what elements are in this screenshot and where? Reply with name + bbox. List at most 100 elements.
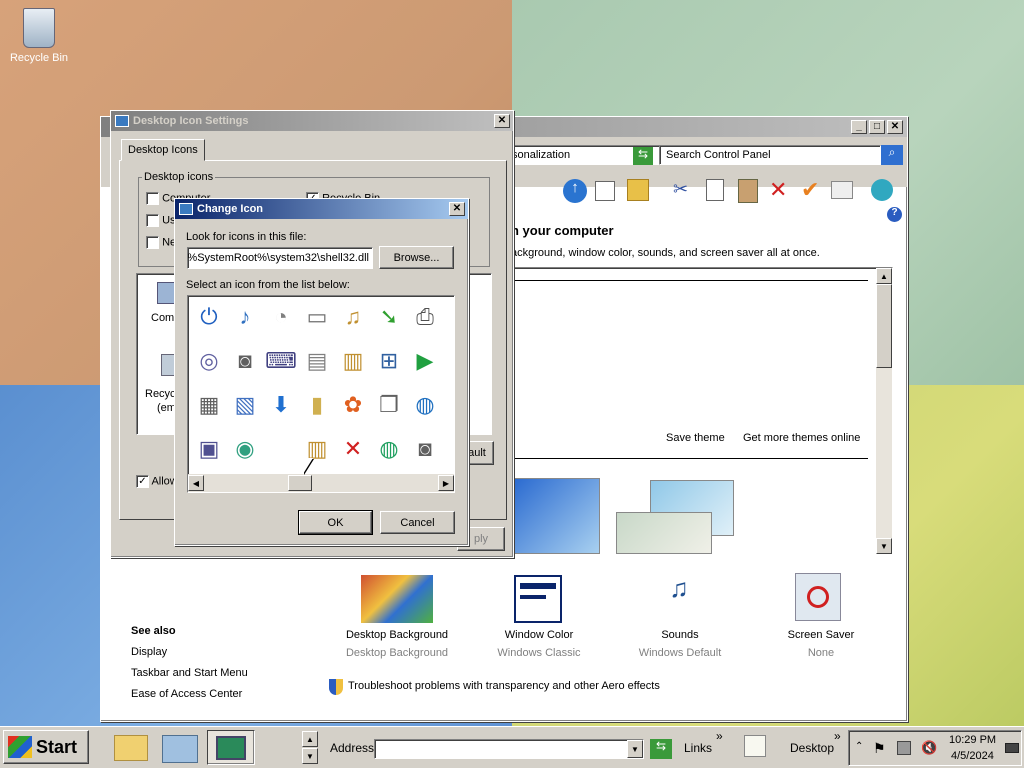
- vertical-scrollbar[interactable]: ▲ ▼: [876, 268, 892, 554]
- chevron-down-icon[interactable]: ▼: [627, 740, 643, 758]
- go-refresh-icon[interactable]: ⇆: [633, 147, 653, 165]
- zip-folder-icon[interactable]: ▥: [336, 344, 370, 378]
- power-icon[interactable]: ⏻: [192, 300, 226, 334]
- checkbox-box[interactable]: [146, 192, 159, 205]
- camera-icon[interactable]: ◙: [228, 344, 262, 378]
- printer-icon[interactable]: ⎙: [408, 300, 442, 334]
- scroll-up-button[interactable]: ▲: [876, 268, 892, 284]
- checkbox-allow-themes[interactable]: ✓ Allow: [136, 475, 178, 488]
- image-file-icon[interactable]: ▧: [228, 388, 262, 422]
- volume-muted-icon[interactable]: 🔇: [921, 740, 937, 756]
- copy-icon[interactable]: ❐: [372, 388, 406, 422]
- desktop-icon-recycle-bin[interactable]: Recycle Bin: [8, 8, 70, 64]
- chevron-right-icon[interactable]: »: [834, 729, 841, 743]
- help-icon[interactable]: ?: [887, 207, 902, 222]
- properties-icon[interactable]: [831, 181, 853, 199]
- play-icon[interactable]: ▶: [408, 344, 442, 378]
- clock-date[interactable]: 4/5/2024: [951, 750, 994, 762]
- search-input[interactable]: Search Control Panel: [659, 145, 881, 165]
- mouse-icon[interactable]: ◔: [264, 300, 298, 334]
- explorer-icon[interactable]: [114, 735, 148, 761]
- cd-icon[interactable]: ◉: [228, 432, 262, 466]
- film-folder-icon[interactable]: ▣: [192, 432, 226, 466]
- troubleshoot-link[interactable]: Troubleshoot problems with transparency …: [348, 680, 660, 692]
- taskbar-scroll-up[interactable]: ▲: [302, 731, 318, 747]
- taskbar-item-display[interactable]: [207, 730, 255, 765]
- start-button[interactable]: Start: [3, 730, 89, 764]
- clock-time[interactable]: 10:29 PM: [949, 734, 996, 746]
- taskbar-scroll-down[interactable]: ▼: [302, 748, 318, 764]
- checkmark-icon[interactable]: ✔: [801, 177, 819, 203]
- screen-saver-link[interactable]: Screen Saver: [769, 629, 873, 641]
- chevron-right-icon[interactable]: »: [716, 729, 723, 743]
- blank-icon[interactable]: [264, 432, 298, 466]
- chevron-up-icon[interactable]: ⌃: [855, 741, 863, 752]
- maximize-button[interactable]: □: [869, 120, 885, 134]
- camera-icon[interactable]: ◙: [408, 432, 442, 466]
- scroll-down-button[interactable]: ▼: [876, 538, 892, 554]
- copy-icon[interactable]: [706, 179, 724, 201]
- edit-icon[interactable]: [744, 735, 766, 757]
- ok-button[interactable]: OK: [298, 510, 373, 535]
- cancel-button[interactable]: Cancel: [380, 511, 455, 534]
- file-arrow-icon[interactable]: ➘: [372, 300, 406, 334]
- music-folder-icon[interactable]: ♫: [336, 300, 370, 334]
- checkbox-network[interactable]: Ne: [146, 236, 176, 249]
- msn-butterfly-icon[interactable]: ✿: [336, 388, 370, 422]
- views-icon[interactable]: [871, 179, 893, 201]
- control-panel-icon[interactable]: [162, 735, 198, 763]
- display-icon[interactable]: [1005, 743, 1019, 753]
- globe-arrow-icon[interactable]: ◍: [372, 432, 406, 466]
- network-icon[interactable]: [897, 741, 911, 755]
- desktop-background-icon[interactable]: [361, 575, 433, 623]
- scroll-thumb[interactable]: [876, 284, 892, 368]
- taskbar-address-input[interactable]: ▼: [374, 739, 644, 759]
- icon-grid[interactable]: ⏻ ♪ ◔ ▭ ♫ ➘ ⎙ ◎ ◙ ⌨ ▤ ▥ ⊞ ▶ ▦ ▧ ⬇ ▮ ✿ ❐ ◍ ▣ ◉ ▥ ✕ ◍ ◙ ◀ ▶: [187, 295, 455, 493]
- browse-button[interactable]: Browse...: [379, 246, 454, 269]
- see-also-ease-link[interactable]: Ease of Access Center: [131, 688, 242, 700]
- folder-icon[interactable]: ▮: [300, 388, 334, 422]
- screen-saver-icon[interactable]: [795, 573, 841, 621]
- tab-desktop-icons[interactable]: Desktop Icons: [121, 139, 205, 161]
- delete-icon[interactable]: ✕: [769, 177, 787, 203]
- network-icon[interactable]: ⊞: [372, 344, 406, 378]
- theme-thumbnail[interactable]: [616, 512, 712, 554]
- scroll-thumb[interactable]: [288, 475, 312, 491]
- download-icon[interactable]: ⬇: [264, 388, 298, 422]
- checkbox-box[interactable]: ✓: [136, 475, 149, 488]
- close-button[interactable]: ✕: [887, 120, 903, 134]
- music-file-icon[interactable]: ♪: [228, 300, 262, 334]
- checkbox-box[interactable]: [146, 214, 159, 227]
- horizontal-scrollbar[interactable]: ◀ ▶: [188, 474, 454, 492]
- sounds-link[interactable]: Sounds: [628, 629, 732, 641]
- scroll-right-button[interactable]: ▶: [438, 475, 454, 491]
- scroll-left-button[interactable]: ◀: [188, 475, 204, 491]
- see-also-taskbar-link[interactable]: Taskbar and Start Menu: [131, 667, 248, 679]
- red-x-icon[interactable]: ✕: [336, 432, 370, 466]
- search-icon[interactable]: ⌕: [881, 145, 903, 165]
- globe-icon[interactable]: ◍: [408, 388, 442, 422]
- window-color-link[interactable]: Window Color: [487, 629, 591, 641]
- paste-icon[interactable]: [738, 179, 758, 203]
- close-button[interactable]: ✕: [494, 114, 510, 128]
- get-more-themes-link[interactable]: Get more themes online: [743, 432, 860, 444]
- network-drive-icon[interactable]: ▤: [300, 344, 334, 378]
- checkbox-user-files[interactable]: Us: [146, 214, 176, 227]
- documents-icon[interactable]: ▦: [192, 388, 226, 422]
- checkbox-box[interactable]: [146, 236, 159, 249]
- cut-icon[interactable]: ✂: [673, 179, 688, 200]
- go-icon[interactable]: ⇆: [650, 739, 672, 759]
- keyboard-icon[interactable]: ⌨: [264, 344, 298, 378]
- theme-thumbnail[interactable]: [512, 478, 600, 554]
- save-theme-link[interactable]: Save theme: [666, 432, 725, 444]
- flag-icon[interactable]: ⚑: [873, 740, 886, 757]
- up-arrow-icon[interactable]: ↑: [563, 179, 587, 203]
- window-color-icon[interactable]: [514, 575, 562, 623]
- panes-icon[interactable]: [595, 181, 615, 201]
- sounds-icon[interactable]: ♫: [655, 573, 703, 621]
- folder-options-icon[interactable]: [627, 179, 649, 201]
- see-also-display-link[interactable]: Display: [131, 646, 167, 658]
- close-button[interactable]: ✕: [449, 202, 465, 216]
- dvd-icon[interactable]: ◎: [192, 344, 226, 378]
- minimize-button[interactable]: _: [851, 120, 867, 134]
